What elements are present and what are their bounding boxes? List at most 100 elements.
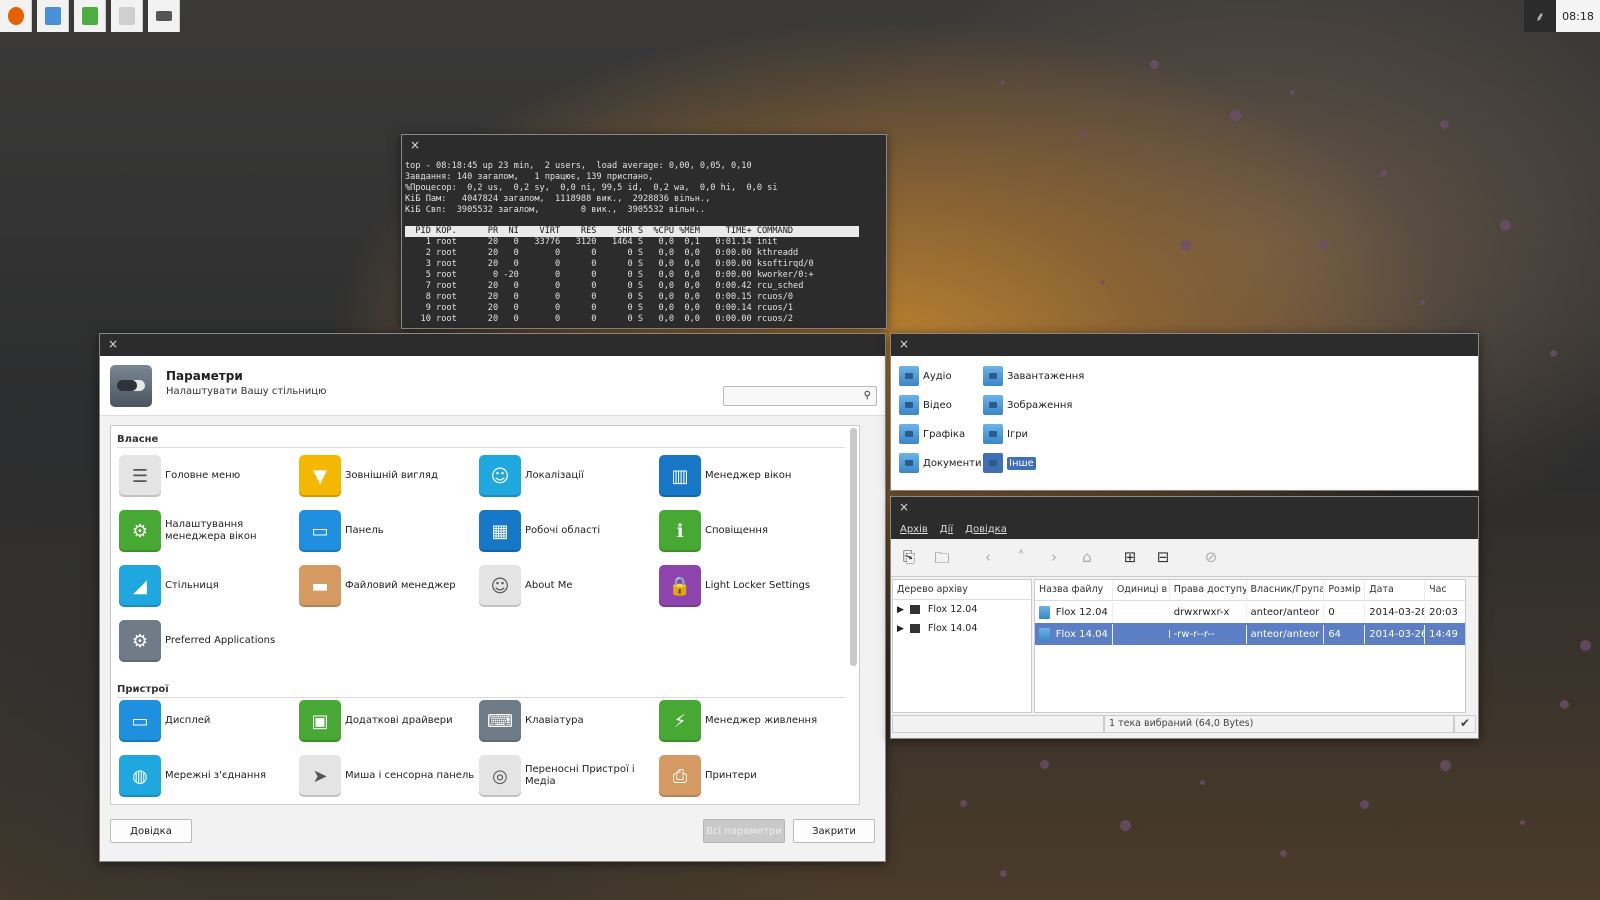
tray-leaf[interactable]: ⸙ (1524, 0, 1556, 32)
section-title-own: Власне (117, 434, 159, 445)
flower (1500, 220, 1511, 231)
settings-item[interactable]: ☺ Локалізації (479, 452, 659, 500)
cell-perm: drwxrwxr-x (1170, 602, 1247, 622)
expand-arrow-icon[interactable]: ▶ (897, 605, 904, 615)
monitor-icon: ▭ (119, 700, 161, 742)
places-list[interactable]: Аудіо Завантаження Відео Зображення Графіка І… (891, 356, 1478, 490)
settings-item[interactable]: ▬ Файловий менеджер (299, 562, 479, 610)
close-icon[interactable]: × (899, 337, 909, 351)
settings-item[interactable]: 🔒 Light Locker Settings (659, 562, 839, 610)
settings-item[interactable]: ▭ Панель (299, 507, 479, 555)
settings-item[interactable]: ⚙ Налаштування менеджера вікон (119, 507, 299, 555)
place-item[interactable]: Зображення (983, 395, 1072, 415)
settings-window[interactable]: × Параметри Налаштувати Вашу стільницю ⚲… (99, 333, 886, 862)
settings-item-label: Зовнішній вигляд (345, 470, 438, 481)
scrollbar[interactable] (850, 428, 857, 666)
settings-item[interactable]: ⚡ Менеджер живлення (659, 697, 839, 745)
expand-arrow-icon[interactable]: ▶ (897, 624, 904, 634)
column-header[interactable]: Розмір (1324, 580, 1366, 600)
file-name: Flox 14.04 (1055, 628, 1108, 640)
close-button[interactable]: Закрити (793, 819, 875, 843)
settings-item[interactable]: ▣ Додаткові драйвери (299, 697, 479, 745)
close-icon[interactable]: × (899, 500, 909, 514)
archive-window[interactable]: × Архів Дії Довідка ⎘ 🗀 ‹ ˄ › ⌂ ⊞ ⊟ ⊘ Де… (890, 496, 1479, 739)
places-window[interactable]: × Аудіо Завантаження Відео Зображення Графік… (890, 333, 1479, 491)
archive-titlebar[interactable]: × (891, 497, 1478, 519)
settings-item[interactable]: ◢ Стільниця (119, 562, 299, 610)
info-bubble-icon: ℹ (659, 510, 701, 552)
archive-tree[interactable]: Дерево архіву ▶ Flox 12.04 ▶ Flox 14.04 (892, 579, 1032, 713)
terminal-titlebar[interactable]: × (402, 135, 886, 157)
settings-item[interactable]: ⌨ Клавіатура (479, 697, 659, 745)
help-button[interactable]: Довідка (110, 819, 192, 843)
menu-actions[interactable]: Дії (940, 524, 953, 535)
open-folder-icon[interactable]: 🗀 (932, 548, 952, 573)
terminal-window[interactable]: × top - 08:18:45 up 23 min, 2 users, loa… (401, 134, 887, 329)
settings-item[interactable]: ▦ Робочі області (479, 507, 659, 555)
place-item[interactable]: Ігри (983, 424, 1028, 444)
place-item[interactable]: Завантаження (983, 366, 1084, 386)
launcher-terminal[interactable] (148, 0, 180, 32)
settings-item[interactable]: ◍ Мережні з'єднання (119, 752, 299, 800)
settings-item[interactable]: ⎙ Принтери (659, 752, 839, 800)
place-item[interactable]: Аудіо (899, 366, 952, 386)
settings-item[interactable]: ➤ Миша і сенсорна панель (299, 752, 479, 800)
launcher-files[interactable] (37, 0, 69, 32)
folder-icon (983, 424, 1003, 444)
column-header[interactable]: Час (1425, 580, 1465, 600)
settings-item-label: Переносні Пристрої і Медіа (525, 764, 635, 787)
place-item[interactable]: Документи (899, 453, 981, 473)
table-row[interactable]: Flox 12.04 drwxrwxr-x anteor/anteor 0 2014-0… (1035, 601, 1465, 623)
launcher-archive[interactable] (111, 0, 143, 32)
all-settings-button[interactable]: Всі параметри (703, 819, 785, 843)
settings-item[interactable]: ☰ Головне меню (119, 452, 299, 500)
back-icon[interactable]: ‹ (978, 548, 998, 566)
table-row[interactable]: Flox 14.04 -rw-r--r-- anteor/anteor 64 2014-… (1035, 623, 1465, 645)
settings-item-label: Локалізації (525, 470, 584, 481)
tree-item[interactable]: ▶ Flox 12.04 (893, 600, 1031, 619)
places-titlebar[interactable]: × (891, 334, 1478, 356)
launcher-firefox[interactable] (0, 0, 32, 32)
settings-grid[interactable]: Власне Пристрої ☰ Головне меню ▼ Зовнішній … (110, 425, 860, 805)
home-icon[interactable]: ⌂ (1077, 548, 1097, 566)
column-header[interactable]: Одиниці в (1113, 580, 1170, 600)
folder-icon (983, 366, 1003, 386)
tree-item[interactable]: ▶ Flox 14.04 (893, 619, 1031, 638)
settings-item[interactable]: ◎ Переносні Пристрої і Медіа (479, 752, 659, 800)
flower (1560, 700, 1569, 709)
launcher-editor[interactable] (74, 0, 106, 32)
file-list[interactable]: Назва файлу Одиниці в Права доступу Влас… (1034, 579, 1466, 713)
place-label: Аудіо (923, 370, 952, 382)
extract-icon[interactable]: ⊟ (1153, 548, 1173, 566)
close-icon[interactable]: × (108, 337, 118, 351)
settings-item[interactable]: ▭ Дисплей (119, 697, 299, 745)
settings-titlebar[interactable]: × (100, 334, 885, 356)
settings-item[interactable]: ▥ Менеджер вікон (659, 452, 839, 500)
column-header[interactable]: Власник/Група (1247, 580, 1325, 600)
place-item[interactable]: Інше (983, 453, 1036, 473)
up-icon[interactable]: ˄ (1011, 548, 1031, 566)
clock[interactable]: 08:18 (1556, 0, 1600, 32)
column-header[interactable]: Права доступу (1170, 580, 1247, 600)
desktop-icon: ◢ (119, 565, 161, 607)
settings-item[interactable]: ☺ About Me (479, 562, 659, 610)
settings-item[interactable]: ℹ Сповіщення (659, 507, 839, 555)
add-files-icon[interactable]: ⊞ (1120, 548, 1140, 566)
settings-item[interactable]: ▼ Зовнішній вигляд (299, 452, 479, 500)
column-header[interactable]: Назва файлу (1035, 580, 1113, 600)
new-archive-icon[interactable]: ⎘ (899, 548, 919, 566)
check-icon[interactable]: ✔ (1454, 715, 1476, 733)
close-icon[interactable]: × (410, 138, 420, 152)
menu-help[interactable]: Довідка (965, 524, 1007, 535)
column-header[interactable]: Дата (1365, 580, 1426, 600)
section-title-devices: Пристрої (117, 684, 169, 695)
search-input[interactable] (723, 386, 877, 406)
stop-icon[interactable]: ⊘ (1201, 548, 1221, 566)
terminal-output[interactable]: top - 08:18:45 up 23 min, 2 users, load … (402, 157, 886, 333)
place-item[interactable]: Графіка (899, 424, 965, 444)
place-item[interactable]: Відео (899, 395, 952, 415)
settings-item-label: Миша і сенсорна панель (345, 770, 475, 781)
menu-archive[interactable]: Архів (900, 524, 928, 535)
settings-item[interactable]: ⚙ Preferred Applications (119, 617, 299, 665)
forward-icon[interactable]: › (1044, 548, 1064, 566)
